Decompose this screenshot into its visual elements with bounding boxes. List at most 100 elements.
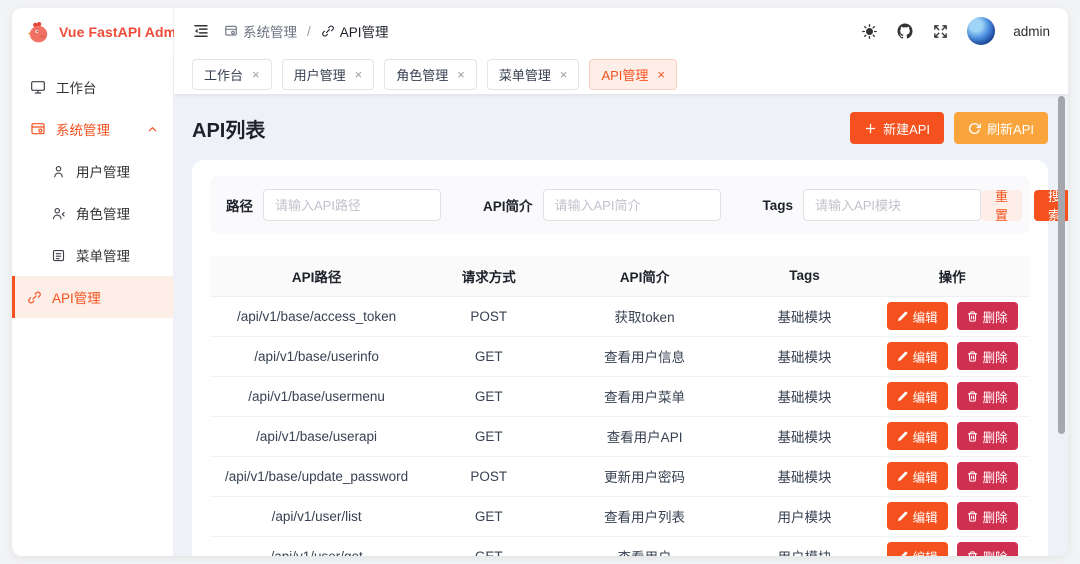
tab[interactable]: 菜单管理 × xyxy=(487,59,580,90)
sidebar-item-user-management[interactable]: 用户管理 xyxy=(12,150,173,192)
filter-bar: 路径 API简介 Tags 重置 搜索 xyxy=(210,176,1030,234)
method-cell: GET xyxy=(423,336,554,376)
close-icon[interactable]: × xyxy=(457,68,465,81)
github-icon[interactable] xyxy=(896,22,914,40)
close-icon[interactable]: × xyxy=(252,68,260,81)
trash-icon xyxy=(967,511,978,522)
api-path-cell: /api/v1/base/access_token xyxy=(210,296,423,336)
sidebar-item-label: 角色管理 xyxy=(76,203,130,223)
roles-icon xyxy=(51,206,66,221)
table-header-row: API路径请求方式API简介Tags操作 xyxy=(210,256,1030,296)
tags-cell: 基础模块 xyxy=(735,376,874,416)
username-label[interactable]: admin xyxy=(1013,24,1050,39)
summary-cell: 查看用户API xyxy=(554,416,734,456)
actions-cell: 编辑 删除 xyxy=(874,456,1030,496)
sidebar-item-system-management[interactable]: 系统管理 xyxy=(12,108,173,150)
edit-button[interactable]: 编辑 xyxy=(887,342,948,370)
tags-cell: 基础模块 xyxy=(735,416,874,456)
tab[interactable]: API管理 × xyxy=(589,59,677,90)
tags-filter-input[interactable] xyxy=(803,189,981,221)
path-filter-input[interactable] xyxy=(263,189,441,221)
actions-cell: 编辑 删除 xyxy=(874,296,1030,336)
breadcrumb-item-system[interactable]: 系统管理 xyxy=(224,21,297,41)
sidebar-item-label: 用户管理 xyxy=(76,161,130,181)
refresh-api-button[interactable]: 刷新API xyxy=(954,112,1048,144)
summary-filter-input[interactable] xyxy=(543,189,721,221)
close-icon[interactable]: × xyxy=(355,68,363,81)
sidebar-item-label: 系统管理 xyxy=(56,119,110,139)
pencil-icon xyxy=(897,471,908,482)
summary-cell: 查看用户列表 xyxy=(554,496,734,536)
breadcrumb: 系统管理 / API管理 xyxy=(224,21,389,41)
column-header: 操作 xyxy=(874,256,1030,296)
user-icon xyxy=(51,164,66,179)
delete-button[interactable]: 删除 xyxy=(957,302,1018,330)
pencil-icon xyxy=(897,351,908,362)
reset-button[interactable]: 重置 xyxy=(981,190,1022,221)
tab[interactable]: 角色管理 × xyxy=(384,59,477,90)
tags-cell: 用户模块 xyxy=(735,496,874,536)
pencil-icon xyxy=(897,551,908,557)
api-link-icon xyxy=(27,290,42,305)
app-logo[interactable]: Vue FastAPI Admin xyxy=(12,8,173,56)
api-path-cell: /api/v1/user/get xyxy=(210,536,423,556)
table-row: /api/v1/base/access_token POST 获取token 基… xyxy=(210,296,1030,336)
sidebar-item-menu-management[interactable]: 菜单管理 xyxy=(12,234,173,276)
summary-cell: 获取token xyxy=(554,296,734,336)
delete-button[interactable]: 删除 xyxy=(957,382,1018,410)
tab[interactable]: 用户管理 × xyxy=(282,59,375,90)
create-api-button[interactable]: 新建API xyxy=(850,112,944,144)
actions-cell: 编辑 删除 xyxy=(874,376,1030,416)
table-body: /api/v1/base/access_token POST 获取token 基… xyxy=(210,296,1030,556)
sidebar-item-workbench[interactable]: 工作台 xyxy=(12,66,173,108)
sidebar-item-label: 工作台 xyxy=(56,77,97,97)
page-header: API列表 新建API 刷新API xyxy=(192,112,1048,144)
system-settings-icon xyxy=(224,24,238,38)
vertical-scrollbar[interactable] xyxy=(1058,96,1065,434)
trash-icon xyxy=(967,391,978,402)
edit-button[interactable]: 编辑 xyxy=(887,422,948,450)
delete-button[interactable]: 删除 xyxy=(957,542,1018,556)
menu-list-icon xyxy=(51,248,66,263)
summary-cell: 查看用户信息 xyxy=(554,336,734,376)
content-area: API列表 新建API 刷新API xyxy=(174,94,1068,556)
breadcrumb-item-api[interactable]: API管理 xyxy=(321,21,389,41)
fullscreen-icon[interactable] xyxy=(932,23,949,40)
delete-button[interactable]: 删除 xyxy=(957,422,1018,450)
actions-cell: 编辑 删除 xyxy=(874,536,1030,556)
theme-sun-icon[interactable] xyxy=(861,23,878,40)
edit-button[interactable]: 编辑 xyxy=(887,542,948,556)
method-cell: GET xyxy=(423,416,554,456)
edit-button[interactable]: 编辑 xyxy=(887,302,948,330)
delete-button[interactable]: 删除 xyxy=(957,342,1018,370)
pencil-icon xyxy=(897,311,908,322)
main-area: 系统管理 / API管理 xyxy=(174,8,1068,556)
trash-icon xyxy=(967,351,978,362)
monitor-icon xyxy=(30,79,46,95)
sidebar-item-api-management[interactable]: API管理 xyxy=(12,276,173,318)
tab[interactable]: 工作台 × xyxy=(192,59,272,90)
column-header: API简介 xyxy=(554,256,734,296)
chevron-up-icon xyxy=(147,124,158,135)
collapse-sidebar-icon[interactable] xyxy=(192,22,210,40)
sidebar-item-role-management[interactable]: 角色管理 xyxy=(12,192,173,234)
close-icon[interactable]: × xyxy=(657,68,665,81)
api-table: API路径请求方式API简介Tags操作 /api/v1/base/access… xyxy=(210,256,1030,556)
api-path-cell: /api/v1/base/userapi xyxy=(210,416,423,456)
edit-button[interactable]: 编辑 xyxy=(887,382,948,410)
method-cell: GET xyxy=(423,536,554,556)
edit-button[interactable]: 编辑 xyxy=(887,502,948,530)
tags-cell: 基础模块 xyxy=(735,336,874,376)
breadcrumb-separator: / xyxy=(307,24,311,39)
sidebar-nav: 工作台 系统管理 用户管理 角 xyxy=(12,56,173,318)
user-avatar[interactable] xyxy=(967,17,995,45)
delete-button[interactable]: 删除 xyxy=(957,462,1018,490)
delete-button[interactable]: 删除 xyxy=(957,502,1018,530)
path-filter-label: 路径 xyxy=(226,195,253,215)
table-row: /api/v1/base/update_password POST 更新用户密码… xyxy=(210,456,1030,496)
close-icon[interactable]: × xyxy=(560,68,568,81)
tab-bar: 工作台 × 用户管理 × 角色管理 × 菜单管理 × API管理 × xyxy=(174,54,1068,94)
column-header: 请求方式 xyxy=(423,256,554,296)
edit-button[interactable]: 编辑 xyxy=(887,462,948,490)
api-path-cell: /api/v1/base/userinfo xyxy=(210,336,423,376)
